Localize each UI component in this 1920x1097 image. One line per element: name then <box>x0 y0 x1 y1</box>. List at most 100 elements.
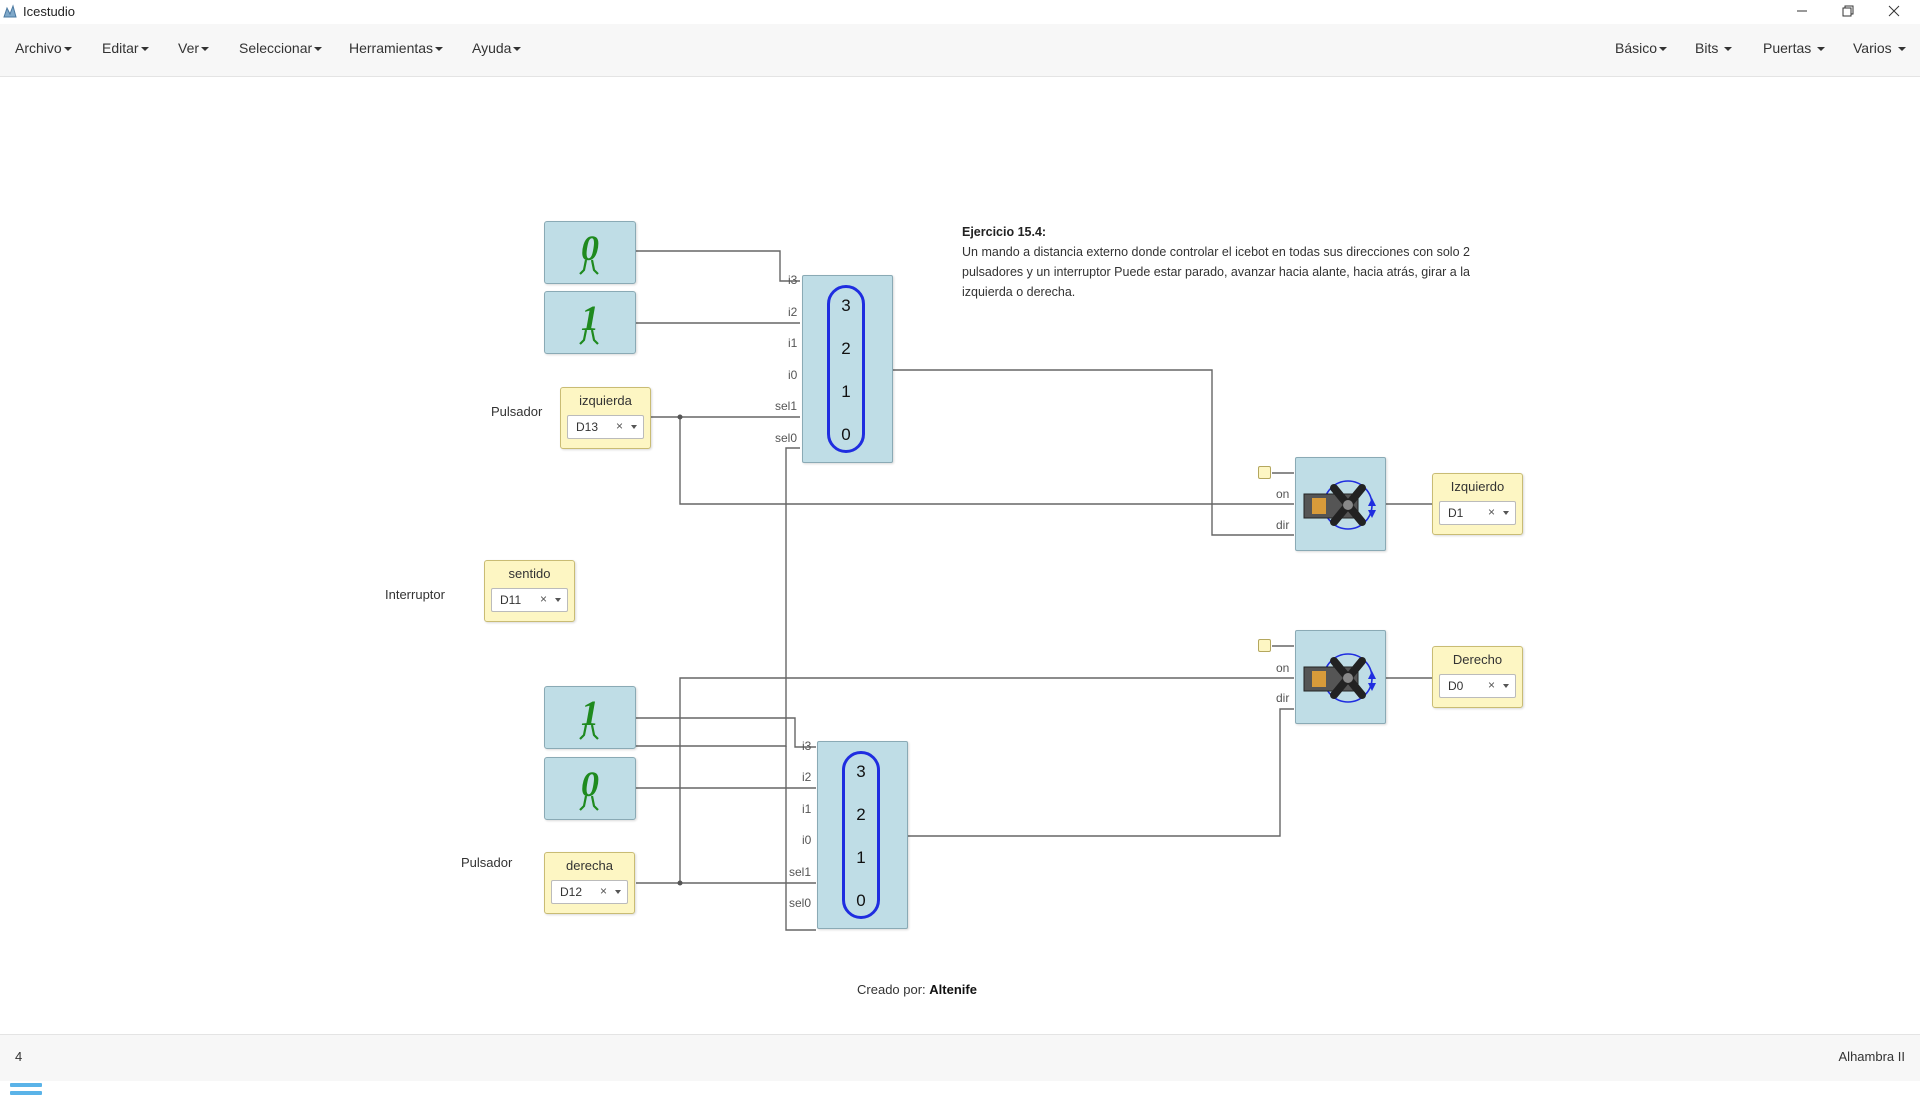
input-name: sentido <box>508 566 551 581</box>
constant-block[interactable]: 1 <box>544 291 636 354</box>
multiplexer-block[interactable]: 3 2 1 0 <box>802 275 893 463</box>
menu-basico[interactable]: Básico <box>1615 40 1668 56</box>
comment-line: izquierda o derecha. <box>962 285 1076 299</box>
close-icon[interactable] <box>1872 0 1916 22</box>
status-left: 4 <box>15 1049 23 1064</box>
port-label: i2 <box>802 770 812 784</box>
walking-digit-icon: 1 <box>579 693 599 740</box>
input-type-label: Interruptor <box>385 587 445 602</box>
constant-block[interactable]: 0 <box>544 221 636 284</box>
port-label: sel0 <box>789 896 812 910</box>
wire-junction <box>677 880 683 886</box>
wire[interactable] <box>679 677 1294 883</box>
output-block-derecho[interactable]: Derecho D0 × <box>1432 646 1523 708</box>
clock-input-block[interactable] <box>1258 466 1271 479</box>
dropdown-arrow-icon[interactable] <box>631 425 637 429</box>
menu-bar: Archivo Editar Ver Seleccionar Herramien… <box>0 24 1920 77</box>
wire[interactable] <box>893 369 1294 536</box>
menu-puertas[interactable]: Puertas <box>1763 40 1826 56</box>
caret-down-icon <box>201 47 210 52</box>
port-label: i1 <box>802 802 812 816</box>
output-name: Izquierdo <box>1450 479 1505 494</box>
pin-select[interactable]: D0 × <box>1439 674 1516 698</box>
input-block-derecha[interactable]: derecha D12 × <box>544 852 635 914</box>
comment-line: pulsadores y un interruptor Puede estar … <box>962 265 1470 279</box>
input-name: derecha <box>566 858 613 873</box>
input-block-sentido[interactable]: sentido D11 × <box>484 560 575 622</box>
design-canvas[interactable]: Ejercicio 15.4: Un mando a distancia ext… <box>0 77 1920 1095</box>
clear-icon[interactable]: × <box>616 419 623 433</box>
wires-layer <box>575 250 1432 931</box>
comment-line: Un mando a distancia externo donde contr… <box>962 245 1470 259</box>
mux-selector-oval: 3 2 1 0 <box>842 751 880 919</box>
wire[interactable] <box>679 417 1294 505</box>
wire[interactable] <box>636 250 800 282</box>
menu-editar[interactable]: Editar <box>102 40 149 56</box>
wire[interactable] <box>908 708 1294 837</box>
pin-select[interactable]: D13 × <box>567 415 644 439</box>
port-label: dir <box>1276 518 1290 532</box>
caret-down-icon <box>63 47 72 52</box>
servo-block-izquierdo[interactable] <box>1295 457 1386 551</box>
menu-bits[interactable]: Bits <box>1695 40 1733 56</box>
input-block-izquierda[interactable]: izquierda D13 × <box>560 387 651 449</box>
caret-down-icon <box>1724 47 1733 52</box>
port-label: i0 <box>788 368 798 382</box>
mux-input-number: 3 <box>841 296 851 315</box>
pin-value: D13 <box>576 420 599 434</box>
caret-down-icon <box>1897 47 1906 52</box>
clear-icon[interactable]: × <box>540 592 547 606</box>
mux-input-number: 2 <box>841 339 851 358</box>
mux-input-number: 3 <box>856 762 866 781</box>
board-name[interactable]: Alhambra II <box>1839 1049 1905 1064</box>
menu-herramientas[interactable]: Herramientas <box>349 40 444 56</box>
dropdown-arrow-icon[interactable] <box>1503 684 1509 688</box>
clear-icon[interactable]: × <box>600 884 607 898</box>
restore-icon[interactable] <box>1826 0 1870 22</box>
port-label: i3 <box>788 273 798 287</box>
svg-text:0: 0 <box>581 228 599 268</box>
status-bar: 4 Alhambra II <box>0 1034 1920 1081</box>
constant-block[interactable]: 1 <box>544 686 636 749</box>
port-label: i2 <box>788 305 798 319</box>
caret-down-icon <box>140 47 149 52</box>
pin-value: D1 <box>1448 506 1464 520</box>
walking-digit-icon: 1 <box>579 298 599 345</box>
servo-block-derecho[interactable] <box>1295 630 1386 724</box>
minimize-icon[interactable] <box>1780 0 1824 22</box>
menu-archivo[interactable]: Archivo <box>15 40 72 56</box>
walking-digit-icon: 0 <box>579 228 599 275</box>
wire[interactable] <box>636 717 816 748</box>
constant-block[interactable]: 0 <box>544 757 636 820</box>
port-label: i3 <box>802 739 812 753</box>
clear-icon[interactable]: × <box>1488 505 1495 519</box>
pin-select[interactable]: D12 × <box>551 880 628 904</box>
window-title: Icestudio <box>23 4 76 19</box>
output-block-izquierdo[interactable]: Izquierdo D1 × <box>1432 473 1523 535</box>
credit-prefix: Creado por: <box>857 982 926 997</box>
clock-input-block[interactable] <box>1258 639 1271 652</box>
pin-select[interactable]: D1 × <box>1439 501 1516 525</box>
pin-select[interactable]: D11 × <box>491 588 568 612</box>
multiplexer-block[interactable]: 3 2 1 0 <box>817 741 908 929</box>
menu-varios[interactable]: Varios <box>1853 40 1906 56</box>
menu-seleccionar[interactable]: Seleccionar <box>239 40 323 56</box>
caret-down-icon <box>1817 47 1826 52</box>
mux-selector-oval: 3 2 1 0 <box>827 285 865 453</box>
dropdown-arrow-icon[interactable] <box>555 598 561 602</box>
dropdown-arrow-icon[interactable] <box>615 890 621 894</box>
menu-ver[interactable]: Ver <box>178 40 210 56</box>
pin-value: D11 <box>500 593 522 607</box>
servo-motor-icon <box>1303 480 1376 530</box>
mux-input-number: 0 <box>841 425 851 444</box>
menu-ayuda[interactable]: Ayuda <box>472 40 522 56</box>
clear-icon[interactable]: × <box>1488 678 1495 692</box>
port-label: dir <box>1276 691 1290 705</box>
exercise-comment[interactable]: Ejercicio 15.4: Un mando a distancia ext… <box>962 222 1502 302</box>
credit-text: Creado por: Altenife <box>0 982 1834 997</box>
credit-author: Altenife <box>929 982 977 997</box>
caret-down-icon <box>314 47 323 52</box>
input-type-label: Pulsador <box>491 404 543 419</box>
dropdown-arrow-icon[interactable] <box>1503 511 1509 515</box>
port-label: sel1 <box>775 399 798 413</box>
